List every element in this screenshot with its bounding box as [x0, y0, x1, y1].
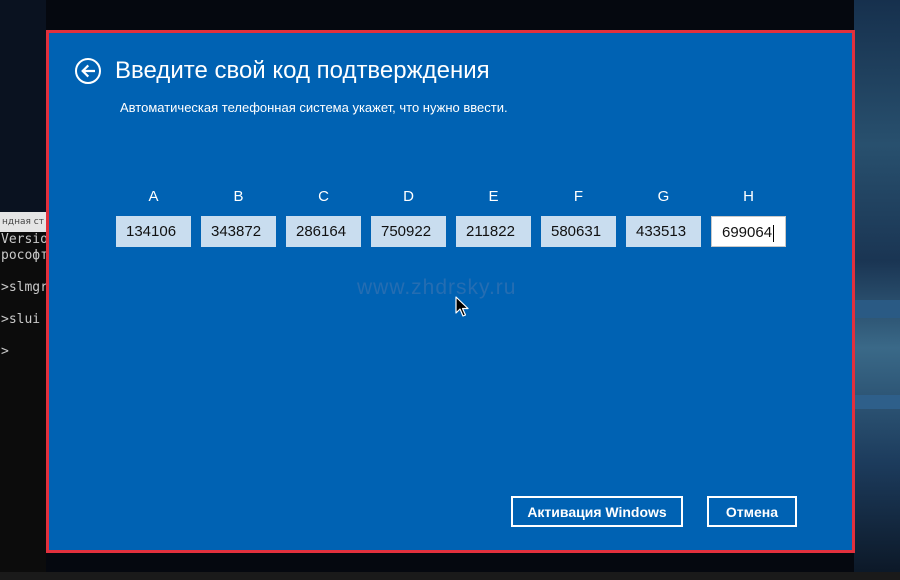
- console-line: >: [1, 344, 9, 359]
- console-line: >slui: [1, 312, 41, 327]
- activate-windows-button[interactable]: Активация Windows: [511, 496, 683, 527]
- code-column-c: C 286164: [286, 188, 361, 247]
- code-column-label: B: [233, 188, 244, 205]
- code-box-e[interactable]: 211822: [456, 216, 531, 247]
- code-column-label: D: [403, 188, 414, 205]
- back-button[interactable]: [75, 58, 101, 84]
- console-line: Versio: [1, 232, 46, 247]
- back-arrow-icon: [81, 64, 95, 78]
- activation-dialog: Введите свой код подтверждения Автоматич…: [46, 30, 855, 553]
- code-column-g: G 433513: [626, 188, 701, 247]
- code-column-label: F: [573, 188, 584, 205]
- code-column-label: H: [743, 188, 754, 205]
- code-box-b[interactable]: 343872: [201, 216, 276, 247]
- code-column-f: F 580631: [541, 188, 616, 247]
- code-column-label: G: [657, 188, 670, 205]
- code-box-c[interactable]: 286164: [286, 216, 361, 247]
- text-caret: [773, 224, 775, 242]
- code-column-h: H 699064: [711, 188, 786, 247]
- code-column-a: A 134106: [116, 188, 191, 247]
- code-input-value: 699064: [722, 224, 773, 241]
- desktop-window-edge: [854, 395, 900, 409]
- code-box-a[interactable]: 134106: [116, 216, 191, 247]
- code-column-b: B 343872: [201, 188, 276, 247]
- watermark: www.zhdrsky.ru: [357, 276, 517, 299]
- taskbar: [0, 572, 900, 580]
- mouse-pointer-icon: [455, 296, 469, 317]
- code-column-label: C: [318, 188, 329, 205]
- desktop-background-right: [854, 0, 900, 580]
- code-box-g[interactable]: 433513: [626, 216, 701, 247]
- console-title-bar: ндная ст: [0, 212, 46, 232]
- code-box-d[interactable]: 750922: [371, 216, 446, 247]
- desktop-window-edge: [854, 300, 900, 318]
- code-column-label: E: [488, 188, 499, 205]
- code-column-e: E 211822: [456, 188, 531, 247]
- code-input-h[interactable]: 699064: [711, 216, 786, 247]
- code-box-f[interactable]: 580631: [541, 216, 616, 247]
- code-column-d: D 750922: [371, 188, 446, 247]
- page-title: Введите свой код подтверждения: [115, 57, 490, 84]
- command-prompt-window[interactable]: ндная ст Versio рософт >slmgr >slui >: [0, 212, 46, 572]
- page-subtitle: Автоматическая телефонная система укажет…: [120, 100, 508, 115]
- console-line: рософт: [1, 248, 46, 263]
- console-line: >slmgr: [1, 280, 46, 295]
- code-column-label: A: [148, 188, 159, 205]
- cancel-button[interactable]: Отмена: [707, 496, 797, 527]
